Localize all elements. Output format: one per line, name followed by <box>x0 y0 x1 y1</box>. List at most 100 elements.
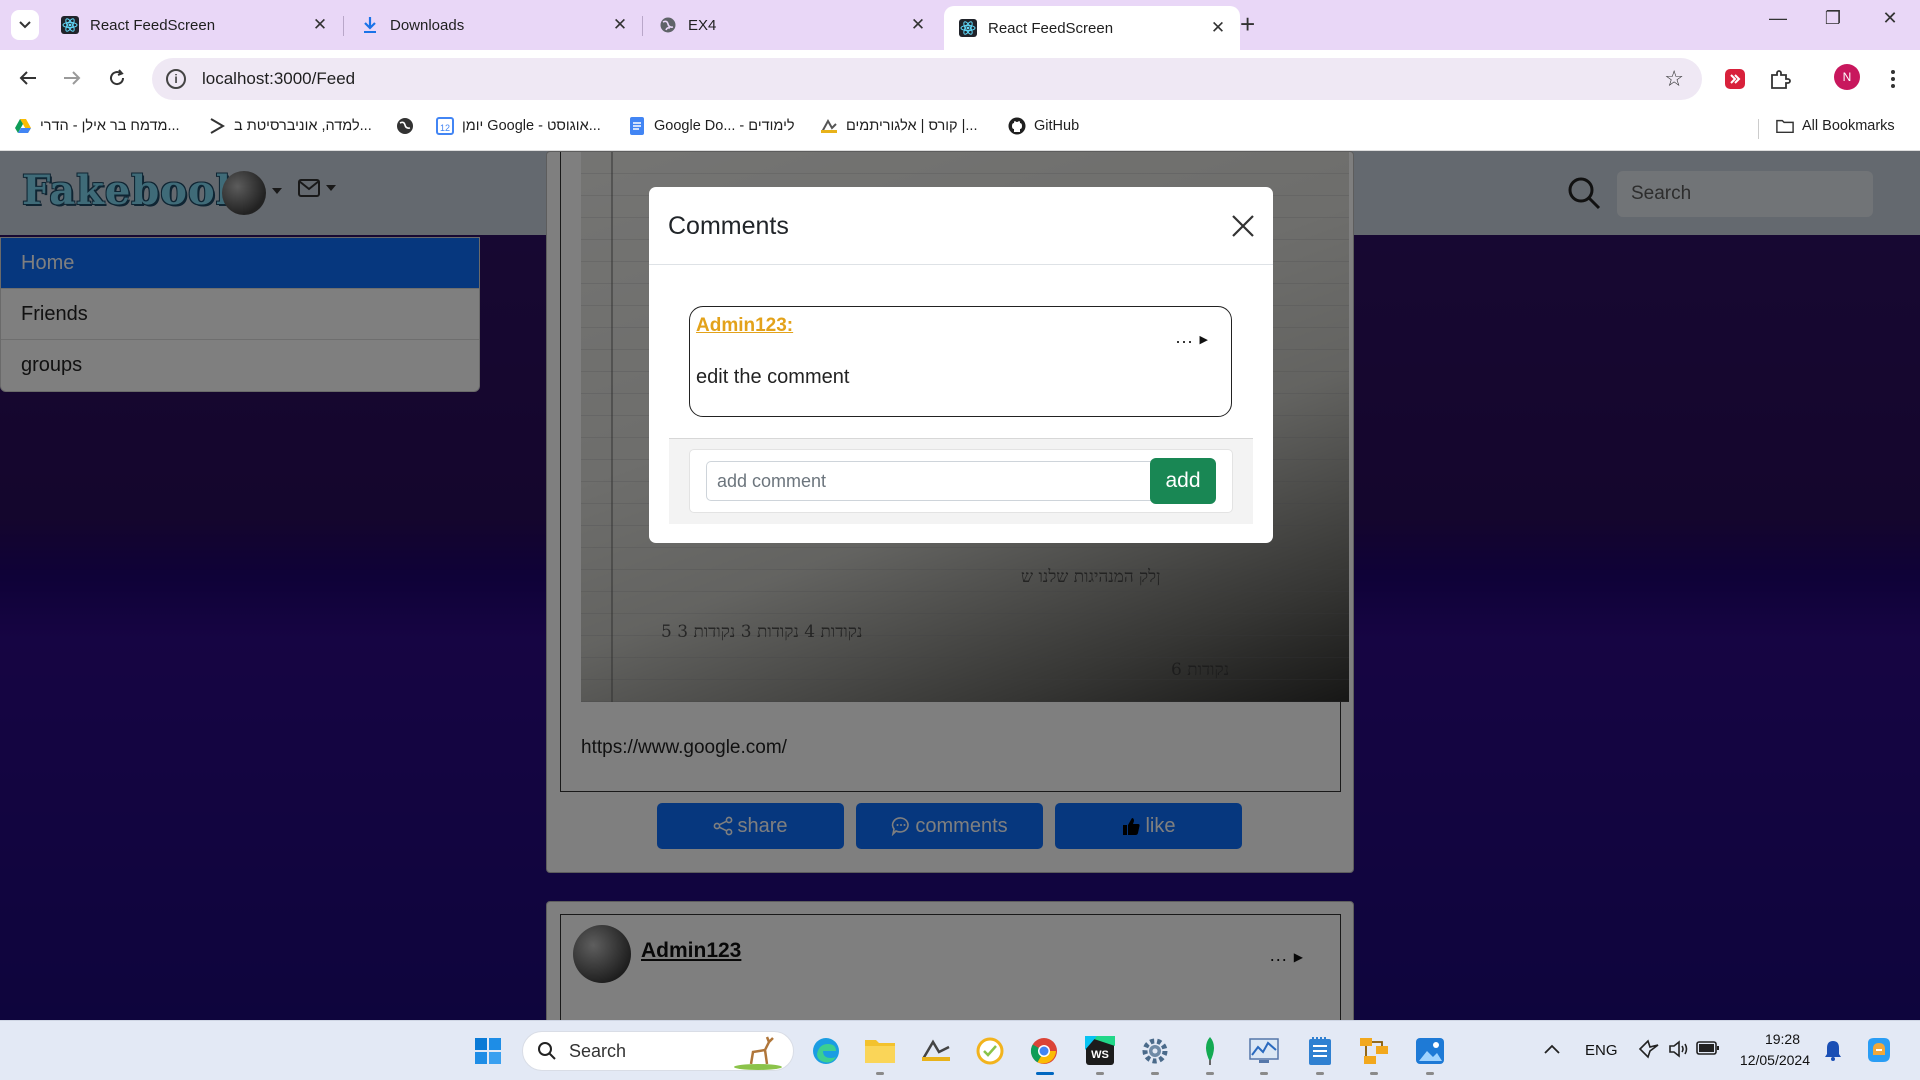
bookmark-item[interactable]: GitHub <box>1008 117 1079 135</box>
browser-toolbar: i localhost:3000/Feed ☆ N <box>0 50 1920 107</box>
file-explorer-icon[interactable] <box>862 1033 898 1069</box>
star-icon[interactable]: ☆ <box>1664 66 1684 92</box>
tab-search-button[interactable] <box>11 10 39 40</box>
bookmark-label: יומן Google - אוגוסט... <box>462 118 601 134</box>
photos-icon[interactable] <box>1412 1033 1448 1069</box>
taskbar-search[interactable]: Search <box>522 1031 794 1071</box>
bookmark-item[interactable]: 12 יומן Google - אוגוסט... <box>436 117 601 135</box>
close-icon[interactable]: ✕ <box>310 15 330 35</box>
add-comment-button[interactable]: add <box>1150 458 1216 504</box>
bookmark-item[interactable] <box>396 117 422 135</box>
modal-header: Comments <box>649 187 1273 265</box>
bookmark-label: למדה, אוניברסיטת ב... <box>234 118 372 134</box>
tab-title: Downloads <box>390 16 465 34</box>
reload-icon <box>110 69 125 86</box>
tab-ex4[interactable]: EX4 ✕ <box>644 6 940 44</box>
profile-avatar[interactable]: N <box>1834 64 1860 90</box>
tab-react-feedscreen-1[interactable]: React FeedScreen ✕ <box>46 6 342 44</box>
network-icon[interactable] <box>1638 1039 1660 1063</box>
diagram-app-icon[interactable] <box>1356 1033 1392 1069</box>
add-comment-input[interactable]: add comment <box>706 461 1154 501</box>
chevron-up-icon[interactable] <box>1544 1041 1560 1058</box>
deer-icon <box>734 1036 782 1070</box>
globe-icon <box>396 117 414 135</box>
tab-title: React FeedScreen <box>988 19 1114 37</box>
volume-icon[interactable] <box>1668 1039 1690 1063</box>
download-icon <box>360 15 380 35</box>
taskbar: Search WS ENG 19:28 12/05/2024 <box>0 1020 1920 1080</box>
comment-text: edit the comment <box>696 366 850 388</box>
clock-app-icon[interactable] <box>972 1033 1008 1069</box>
webstorm-icon[interactable]: WS <box>1082 1033 1118 1069</box>
close-icon[interactable]: ✕ <box>610 15 630 35</box>
tab-downloads[interactable]: Downloads ✕ <box>346 6 642 44</box>
site-info-icon[interactable]: i <box>166 69 186 89</box>
bookmark-label: קורס | אלגוריתמים |... <box>846 118 978 134</box>
extension-icon[interactable] <box>1722 66 1748 92</box>
course-icon <box>820 117 838 135</box>
comment-menu-button[interactable]: ... ▶ <box>1176 327 1210 348</box>
url-text[interactable]: localhost:3000/Feed <box>202 69 355 89</box>
kebab-menu-icon[interactable] <box>1880 66 1906 92</box>
bookmarks-bar: מדמח בר אילן - הדרי... למדה, אוניברסיטת … <box>0 107 1920 151</box>
close-icon[interactable]: ✕ <box>908 15 928 35</box>
copilot-icon[interactable] <box>1864 1035 1894 1069</box>
tab-title: React FeedScreen <box>90 16 216 34</box>
address-bar[interactable]: i localhost:3000/Feed ☆ <box>152 58 1702 100</box>
notepad-icon[interactable] <box>1302 1033 1338 1069</box>
add-comment-form: add comment add <box>689 449 1233 513</box>
all-bookmarks-button[interactable]: All Bookmarks <box>1776 117 1895 135</box>
bookmark-label: מדמח בר אילן - הדרי... <box>40 118 180 134</box>
clock-time[interactable]: 19:28 <box>1738 1031 1800 1047</box>
edge-icon[interactable] <box>808 1033 844 1069</box>
svg-text:WS: WS <box>1091 1049 1109 1061</box>
chrome-icon[interactable] <box>1026 1033 1062 1069</box>
arrow-left-icon <box>19 71 36 85</box>
forward-button[interactable] <box>56 62 88 94</box>
clock-date[interactable]: 12/05/2024 <box>1728 1052 1810 1068</box>
more-icon: ... <box>1175 327 1194 347</box>
taskbar-search-label: Search <box>569 1040 627 1061</box>
battery-icon[interactable] <box>1696 1040 1720 1060</box>
arrow-right-icon <box>64 71 81 85</box>
search-icon <box>538 1042 556 1060</box>
close-icon[interactable]: ✕ <box>1208 18 1228 38</box>
resource-monitor-icon[interactable] <box>1246 1033 1282 1069</box>
tab-react-feedscreen-active[interactable]: React FeedScreen ✕ <box>944 6 1240 50</box>
react-icon <box>60 15 80 35</box>
bookmark-label: Google Do... - לימודים <box>654 118 795 134</box>
bookmark-item[interactable]: מדמח בר אילן - הדרי... <box>14 117 180 135</box>
bookmark-item[interactable]: למדה, אוניברסיטת ב... <box>208 117 372 135</box>
app-icon-triangle[interactable] <box>918 1033 954 1069</box>
windows-start-icon[interactable] <box>470 1033 506 1069</box>
puzzle-icon[interactable] <box>1767 66 1793 92</box>
reload-button[interactable] <box>101 62 133 94</box>
chevron-down-icon <box>19 21 31 29</box>
close-icon[interactable] <box>1229 212 1257 240</box>
bell-icon[interactable] <box>1824 1039 1842 1065</box>
comment-item: Admin123: ... ▶ edit the comment <box>689 306 1232 417</box>
bookmark-label: GitHub <box>1034 118 1080 134</box>
svg-text:12: 12 <box>440 123 450 133</box>
caret-right-icon: ▶ <box>1199 334 1209 346</box>
drive-icon <box>14 117 32 135</box>
github-icon <box>1008 117 1026 135</box>
react-icon <box>958 18 978 38</box>
tab-strip: React FeedScreen ✕ Downloads ✕ EX4 ✕ Rea… <box>0 0 1920 50</box>
window-close-button[interactable]: ✕ <box>1870 8 1910 29</box>
folder-icon <box>1776 117 1794 135</box>
settings-icon[interactable] <box>1137 1033 1173 1069</box>
minimize-button[interactable]: — <box>1758 8 1798 29</box>
comment-author[interactable]: Admin123: <box>696 315 793 337</box>
calendar-icon: 12 <box>436 117 454 135</box>
bookmark-item[interactable]: Google Do... - לימודים <box>628 117 795 135</box>
tab-title: EX4 <box>688 16 717 34</box>
language-indicator[interactable]: ENG <box>1585 1042 1618 1059</box>
restore-button[interactable]: ❐ <box>1813 8 1853 29</box>
new-tab-button[interactable]: + <box>1240 10 1255 38</box>
mongodb-icon[interactable] <box>1192 1033 1228 1069</box>
back-button[interactable] <box>12 62 44 94</box>
all-bookmarks-label: All Bookmarks <box>1802 118 1895 134</box>
modal-footer: add comment add <box>669 438 1253 524</box>
bookmark-item[interactable]: קורס | אלגוריתמים |... <box>820 117 977 135</box>
